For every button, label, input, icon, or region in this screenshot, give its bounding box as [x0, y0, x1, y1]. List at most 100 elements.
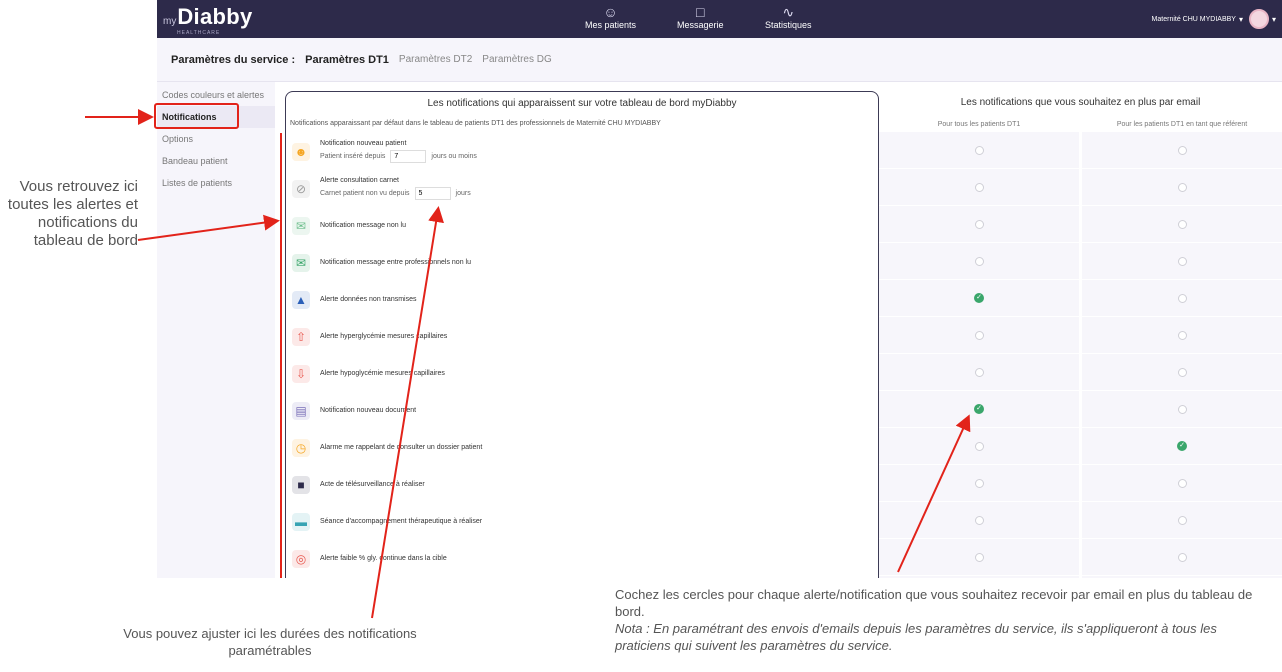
settings-tabs-bar: Paramètres du service : Paramètres DT1 P…: [157, 38, 1282, 82]
email-radio[interactable]: [1177, 182, 1187, 192]
email-option-cell: [1082, 465, 1282, 502]
people-icon: ☺: [603, 4, 618, 20]
settings-sidebar: Codes couleurs et alertes Notifications …: [157, 82, 275, 578]
notification-label: Alerte données non transmises: [320, 296, 417, 303]
email-option-cell: ✓: [879, 280, 1079, 317]
email-radio[interactable]: [1177, 256, 1187, 266]
duration-input[interactable]: [390, 150, 427, 163]
nav-mes-patients[interactable]: ☺ Mes patients: [585, 4, 636, 30]
tab-parametres-dg[interactable]: Paramètres DG: [482, 54, 551, 65]
duration-suffix: jours: [455, 190, 471, 197]
sidebar-item-listes-patients[interactable]: Listes de patients: [157, 172, 275, 194]
arrow-down-icon: ⇩: [292, 364, 310, 383]
logo[interactable]: my Diabby HEALTHCARE: [163, 4, 253, 36]
notification-text: Alerte hyperglycémie mesures capillaires: [320, 333, 447, 340]
logo-prefix: my: [163, 16, 177, 27]
email-radio[interactable]: [974, 219, 984, 229]
email-radio[interactable]: [1177, 293, 1187, 303]
email-radio-checked[interactable]: ✓: [1177, 441, 1187, 451]
notification-row: ◎ Alerte faible % gly. continue dans la c…: [286, 540, 880, 577]
logo-tagline: HEALTHCARE: [177, 30, 221, 36]
arrow-up-icon: ⇧: [292, 327, 310, 346]
envelope-icon: ✉: [292, 216, 310, 235]
notification-label: Alerte hyperglycémie mesures capillaires: [320, 333, 448, 340]
email-option-cell: [1082, 502, 1282, 539]
tab-parametres-dt2[interactable]: Paramètres DT2: [399, 54, 472, 65]
target-icon: ◎: [292, 549, 310, 568]
nav-label: Messagerie: [677, 20, 724, 30]
email-radio[interactable]: [1177, 404, 1187, 414]
notification-text: Notification message non lu: [320, 222, 406, 229]
tab-parametres-dt1[interactable]: Paramètres DT1: [305, 54, 389, 66]
notification-label: Notification nouveau document: [320, 407, 417, 414]
email-radio[interactable]: [974, 330, 984, 340]
notification-text: Séance d'accompagnement thérapeutique à …: [320, 518, 482, 525]
logo-name: Diabby: [177, 4, 253, 29]
duration-setting: Patient inséré depuis jours ou moins: [320, 150, 477, 163]
col-header-referent: Pour les patients DT1 en tant que référe…: [1116, 121, 1248, 128]
notification-row: ▤ Notification nouveau document: [286, 392, 880, 429]
annotation-main-text: Cochez les cercles pour chaque alerte/no…: [615, 587, 1253, 619]
notification-text: Notification message entre professionnel…: [320, 259, 471, 266]
email-option-cell: [1082, 132, 1282, 169]
sidebar-item-bandeau-patient[interactable]: Bandeau patient: [157, 150, 275, 172]
eye-slash-icon: ⊘: [292, 179, 310, 198]
therapy-icon: ▬: [292, 512, 310, 531]
document-icon: ▤: [292, 401, 310, 420]
email-radio[interactable]: [974, 515, 984, 525]
email-radio[interactable]: [1177, 145, 1187, 155]
highlight-box-notifications: [154, 103, 239, 129]
app-window: my Diabby HEALTHCARE ☺ Mes patients □ Me…: [157, 0, 1282, 578]
notification-label: Notification message non lu: [320, 222, 406, 229]
email-option-cell: [1082, 280, 1282, 317]
email-option-cell: [879, 317, 1079, 354]
email-option-cell: ✓: [879, 391, 1079, 428]
email-radio[interactable]: [1177, 552, 1187, 562]
email-option-cell: [1082, 206, 1282, 243]
notification-text: Alarme me rappelant de consulter un doss…: [320, 444, 482, 451]
chat-icon: □: [696, 4, 705, 20]
email-option-cell: [1082, 317, 1282, 354]
duration-prefix: Patient inséré depuis: [320, 153, 386, 160]
annotation-nota-text: Nota : En paramétrant des envois d'email…: [615, 621, 1217, 653]
email-radio[interactable]: [974, 367, 984, 377]
email-panel-title: Les notifications que vous souhaitez en …: [960, 97, 1201, 108]
duration-input[interactable]: [414, 187, 451, 200]
email-option-cell: [879, 428, 1079, 465]
email-radio[interactable]: [974, 145, 984, 155]
email-option-cell: [879, 169, 1079, 206]
email-radio-checked[interactable]: ✓: [974, 293, 984, 303]
email-option-cell: ✓: [1082, 428, 1282, 465]
email-radio[interactable]: [974, 441, 984, 451]
notification-row: ✉ Notification message entre professionne…: [286, 244, 880, 281]
avatar[interactable]: [1248, 9, 1269, 29]
email-radio[interactable]: [1177, 330, 1187, 340]
settings-label: Paramètres du service :: [171, 53, 296, 66]
nav-statistiques[interactable]: ∿ Statistiques: [765, 4, 812, 30]
user-menu[interactable]: Maternité CHU MYDIABBY ▾ ▾: [1152, 9, 1276, 29]
highlight-line-rows: [280, 133, 282, 578]
notification-label: Alerte hypoglycémie mesures capillaires: [320, 370, 445, 377]
email-radio[interactable]: [974, 552, 984, 562]
notification-text: Acte de télésurveillance à réaliser: [320, 481, 425, 488]
nav-messagerie[interactable]: □ Messagerie: [677, 4, 724, 30]
screenshot-root: my Diabby HEALTHCARE ☺ Mes patients □ Me…: [0, 0, 1282, 672]
email-radio[interactable]: [1177, 367, 1187, 377]
email-radio[interactable]: [974, 478, 984, 488]
email-option-cell: [879, 502, 1079, 539]
email-radio[interactable]: [1177, 515, 1187, 525]
email-radio[interactable]: [1177, 219, 1187, 229]
email-radio[interactable]: [974, 256, 984, 266]
sidebar-item-options[interactable]: Options: [157, 128, 275, 150]
notification-row: ⇧ Alerte hyperglycémie mesures capillaire…: [286, 318, 880, 355]
notification-label: Alarme me rappelant de consulter un doss…: [320, 444, 483, 451]
email-radio[interactable]: [974, 182, 984, 192]
notification-text: Notification nouveau patient Patient insé…: [320, 140, 477, 163]
telemonitoring-icon: ■: [292, 475, 310, 494]
email-radio[interactable]: [1177, 478, 1187, 488]
notification-row: ▲ Alerte données non transmises: [286, 281, 880, 318]
alarm-icon: ◷: [292, 438, 310, 457]
dashboard-notifications-panel: Les notifications qui apparaissent sur v…: [285, 91, 879, 578]
email-radio-checked[interactable]: ✓: [974, 404, 984, 414]
notification-row: ■ Acte de télésurveillance à réaliser: [286, 466, 880, 503]
